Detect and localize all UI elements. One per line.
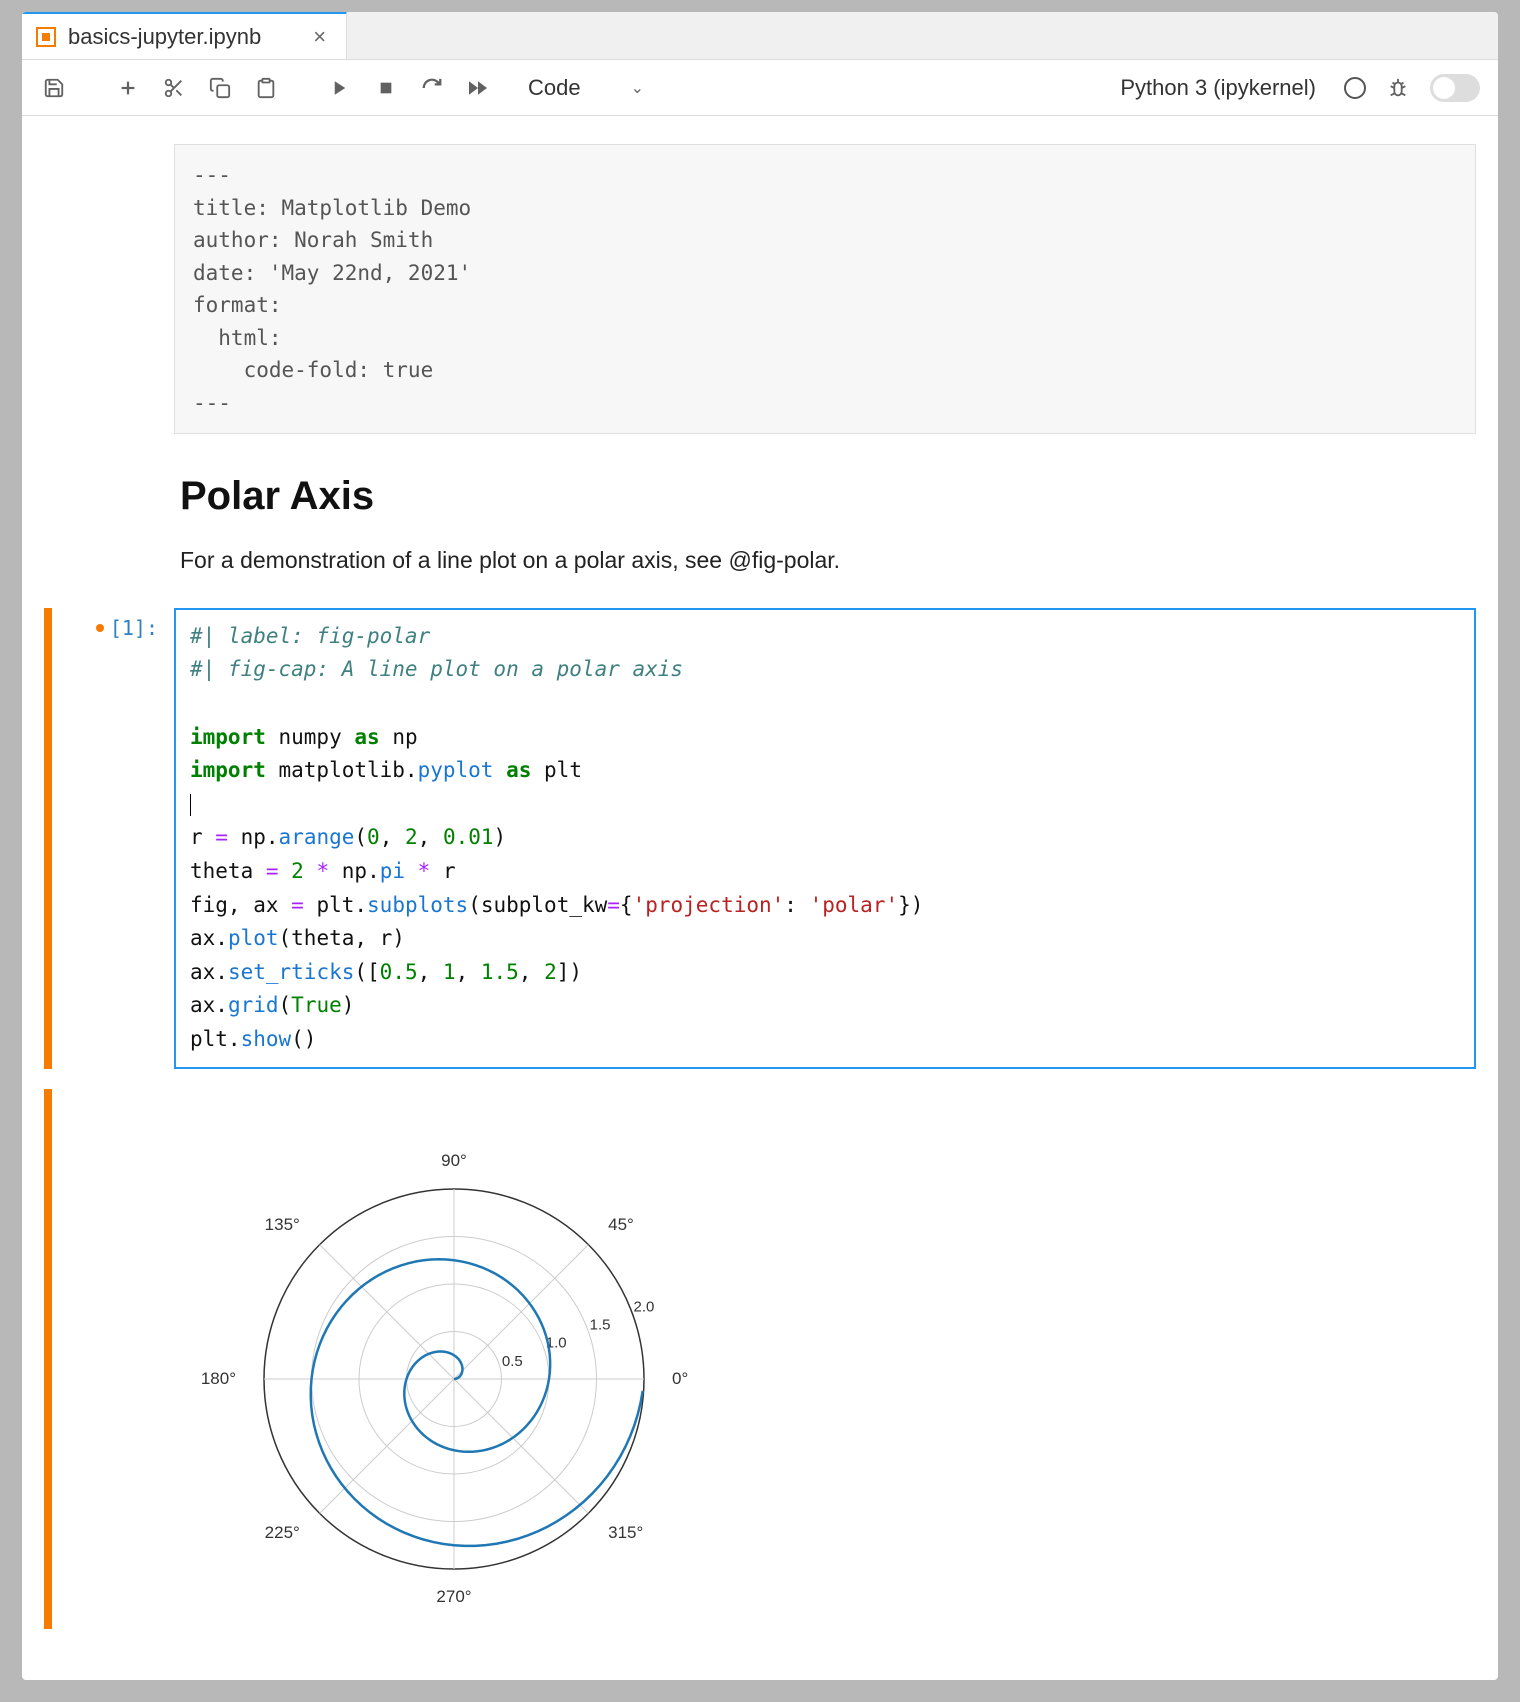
copy-button[interactable]	[206, 74, 234, 102]
tab-notebook[interactable]: basics-jupyter.ipynb ×	[22, 12, 347, 59]
kernel-status-icon[interactable]	[1344, 77, 1366, 99]
svg-text:45°: 45°	[608, 1214, 634, 1233]
code-cell-row: [1]: #| label: fig-polar #| fig-cap: A l…	[44, 608, 1476, 1069]
markdown-heading: Polar Axis	[180, 474, 1470, 519]
markdown-cell-row: Polar Axis For a demonstration of a line…	[44, 454, 1476, 588]
stop-button[interactable]	[372, 74, 400, 102]
restart-button[interactable]	[418, 74, 446, 102]
mode-toggle[interactable]	[1430, 74, 1480, 102]
output-cell-row: 0°45°90°135°180°225°270°315°0.51.01.52.0	[44, 1089, 1476, 1629]
add-cell-button[interactable]	[114, 74, 142, 102]
svg-text:2.0: 2.0	[634, 1298, 655, 1315]
svg-text:0°: 0°	[672, 1369, 688, 1388]
celltype-label: Code	[528, 75, 581, 101]
save-button[interactable]	[40, 74, 68, 102]
chevron-down-icon: ⌄	[631, 78, 644, 98]
raw-cell[interactable]: --- title: Matplotlib Demo author: Norah…	[174, 144, 1476, 434]
svg-text:270°: 270°	[436, 1587, 471, 1606]
cut-button[interactable]	[160, 74, 188, 102]
paste-button[interactable]	[252, 74, 280, 102]
tab-title: basics-jupyter.ipynb	[68, 24, 261, 50]
run-all-button[interactable]	[464, 74, 492, 102]
execution-prompt: [1]:	[110, 616, 158, 640]
code-cell[interactable]: #| label: fig-polar #| fig-cap: A line p…	[174, 608, 1476, 1069]
svg-text:180°: 180°	[201, 1369, 236, 1388]
unsaved-dot-icon	[96, 624, 104, 632]
notebook-body: --- title: Matplotlib Demo author: Norah…	[22, 116, 1498, 1680]
svg-text:135°: 135°	[265, 1214, 300, 1233]
svg-text:90°: 90°	[441, 1151, 467, 1170]
svg-text:0.5: 0.5	[502, 1352, 523, 1369]
close-icon[interactable]: ×	[313, 24, 326, 50]
notebook-icon	[36, 27, 56, 47]
markdown-cell[interactable]: Polar Axis For a demonstration of a line…	[174, 454, 1476, 588]
tab-bar: basics-jupyter.ipynb ×	[22, 12, 1498, 60]
jupyter-window: basics-jupyter.ipynb ×	[22, 12, 1498, 1680]
prompt-area: [1]:	[96, 616, 158, 640]
active-cell-indicator	[44, 1089, 52, 1629]
svg-text:225°: 225°	[265, 1523, 300, 1542]
kernel-name[interactable]: Python 3 (ipykernel)	[1120, 75, 1316, 101]
run-button[interactable]	[326, 74, 354, 102]
output-cell: 0°45°90°135°180°225°270°315°0.51.01.52.0	[174, 1089, 1476, 1629]
active-cell-indicator	[44, 608, 52, 1069]
svg-text:315°: 315°	[608, 1523, 643, 1542]
polar-plot: 0°45°90°135°180°225°270°315°0.51.01.52.0	[174, 1109, 714, 1629]
debug-button[interactable]	[1384, 74, 1412, 102]
markdown-body: For a demonstration of a line plot on a …	[180, 543, 1470, 578]
svg-text:1.5: 1.5	[590, 1316, 611, 1333]
celltype-select[interactable]: Code ⌄	[520, 75, 652, 101]
raw-cell-row: --- title: Matplotlib Demo author: Norah…	[44, 144, 1476, 434]
toolbar: Code ⌄ Python 3 (ipykernel)	[22, 60, 1498, 116]
